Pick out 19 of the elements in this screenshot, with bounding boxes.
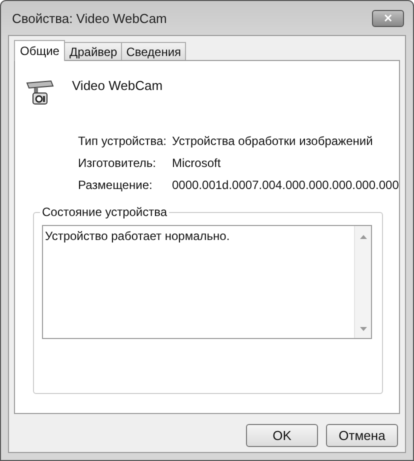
tab[interactable]: Драйвер bbox=[64, 42, 122, 60]
scroll-down-icon[interactable] bbox=[360, 327, 366, 332]
scroll-up-icon[interactable] bbox=[360, 234, 366, 239]
property-value: Microsoft bbox=[172, 156, 222, 170]
scrollbar[interactable] bbox=[354, 226, 371, 338]
property-label: Изготовитель: bbox=[78, 156, 157, 170]
property-value: Устройства обработки изображений bbox=[172, 134, 374, 148]
device-name: Video WebCam bbox=[72, 78, 163, 93]
window-title: Свойства: Video WebCam bbox=[11, 10, 167, 26]
property-value: 0000.001d.0007.004.000.000.000.000.000 bbox=[172, 178, 399, 192]
dialog-button[interactable]: Отмена bbox=[326, 424, 398, 447]
status-text: Устройство работает нормально. bbox=[44, 228, 231, 245]
group-title: Состояние устройства bbox=[40, 205, 170, 219]
dialog-button[interactable]: OK bbox=[246, 424, 318, 447]
tab[interactable]: Общие bbox=[14, 40, 66, 61]
status-text-box[interactable]: Устройство работает нормально. bbox=[42, 225, 372, 339]
property-label: Размещение: bbox=[78, 178, 154, 192]
tab[interactable]: Сведения bbox=[121, 42, 186, 60]
property-label: Тип устройства: bbox=[78, 134, 168, 148]
